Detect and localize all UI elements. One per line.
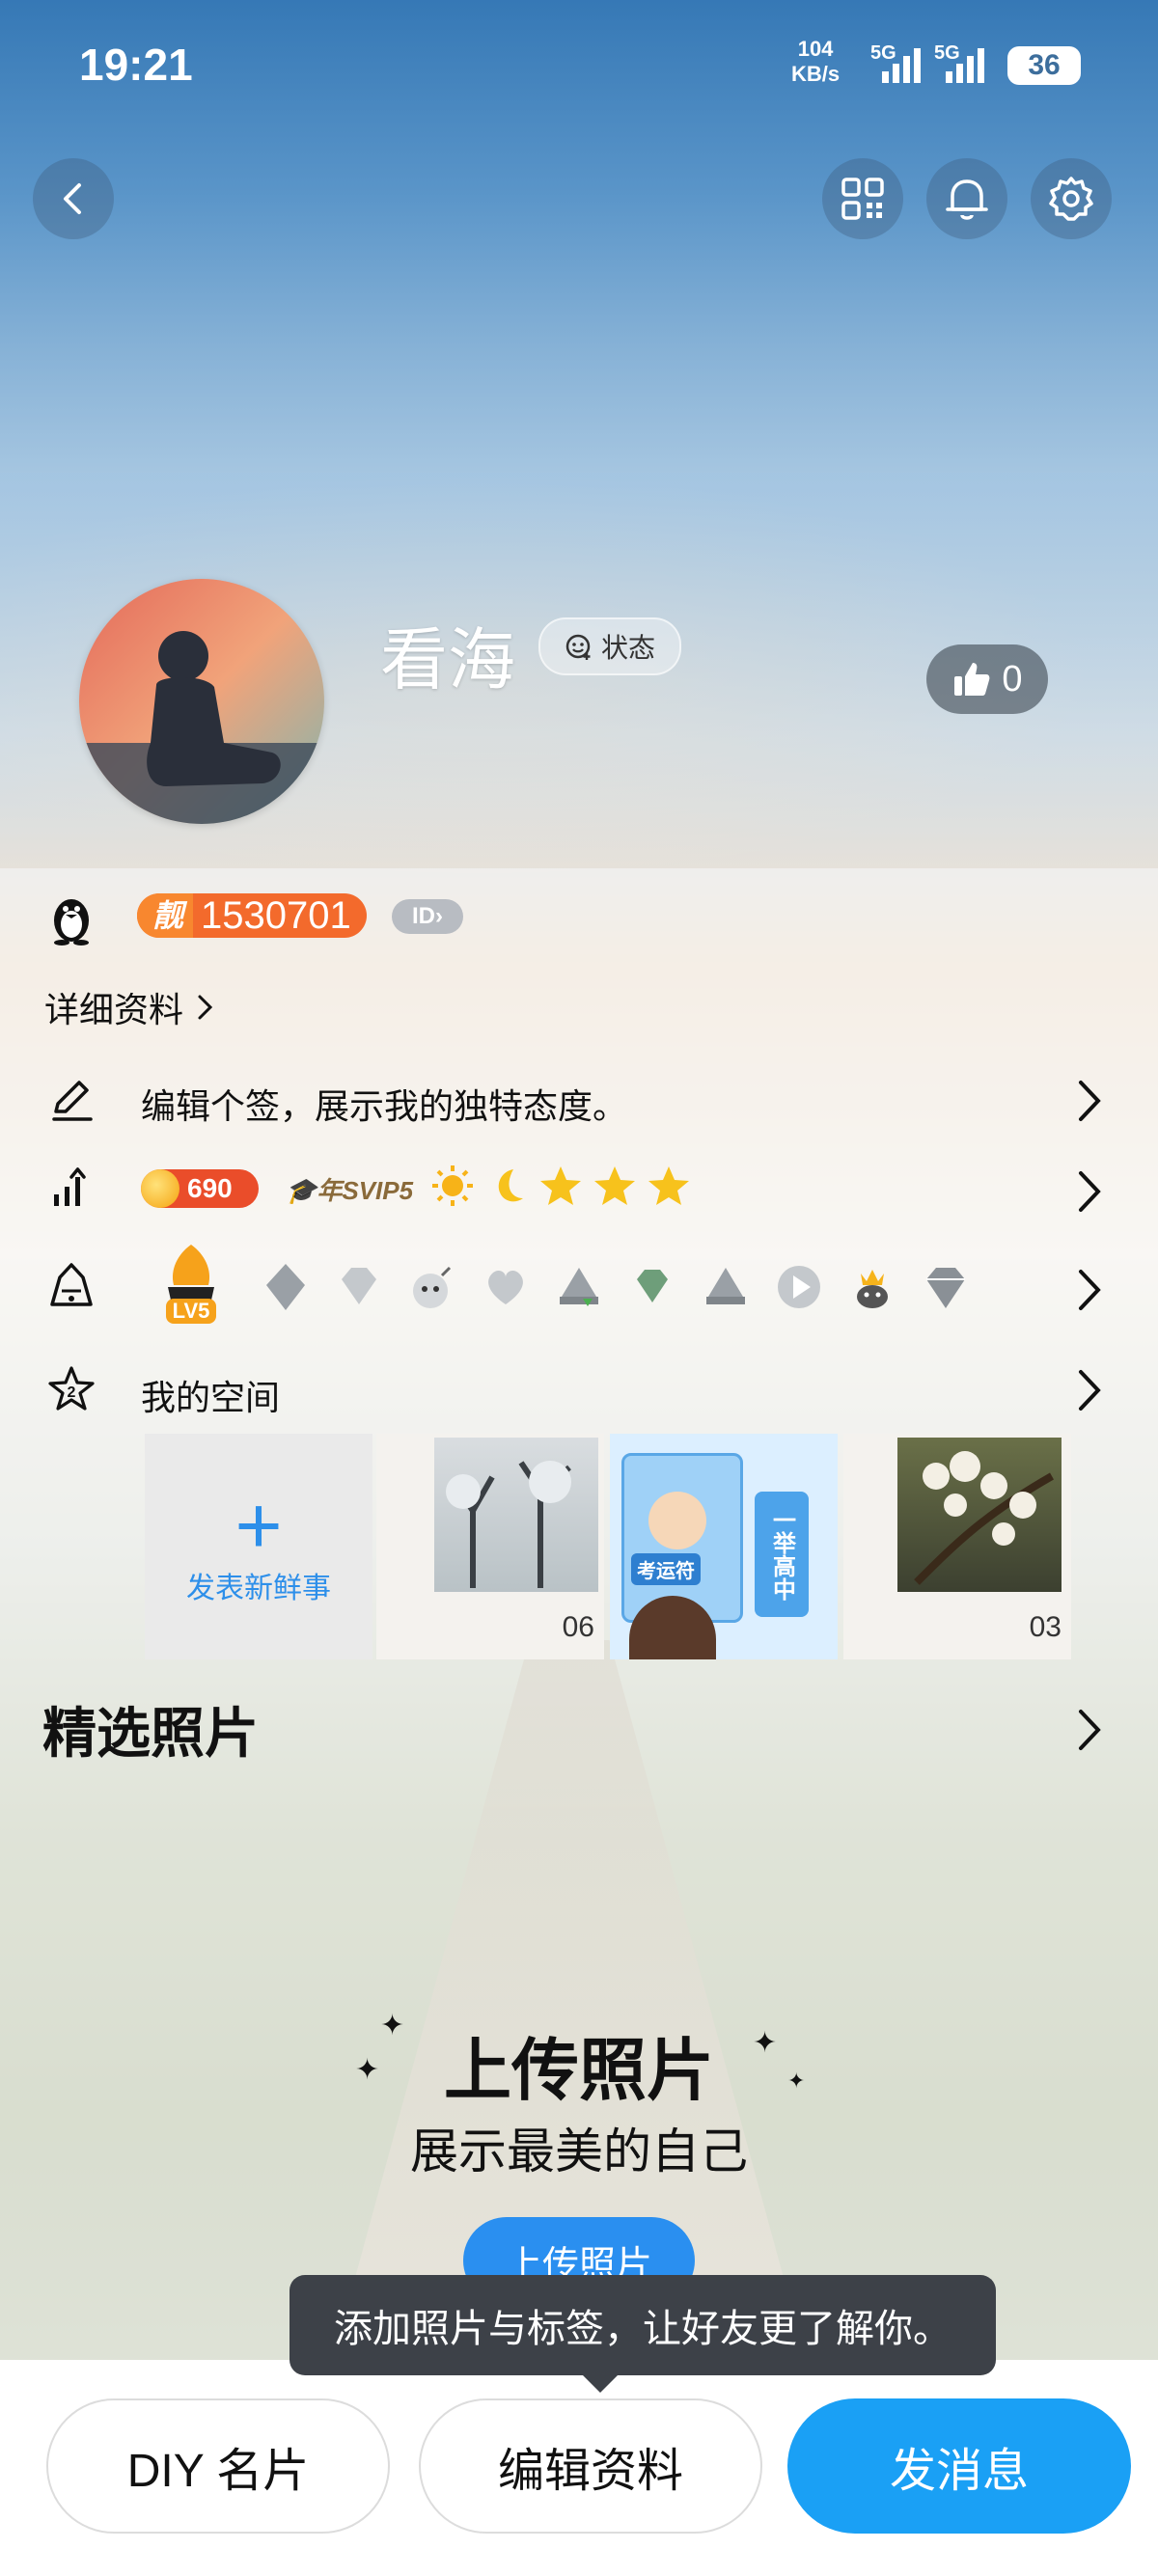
bomb-icon — [413, 1266, 452, 1308]
new-post-button[interactable]: + 发表新鲜事 — [145, 1434, 372, 1659]
status-button[interactable]: 状态 — [538, 617, 681, 675]
hat-badge-icon — [560, 1268, 598, 1306]
level-badge-icon: LV5 — [154, 1241, 228, 1328]
sun-icon — [432, 1165, 473, 1206]
status-time: 19:21 — [79, 40, 193, 90]
level-up-icon — [42, 1160, 100, 1218]
chevron-left-icon — [64, 183, 81, 214]
chevron-right-icon — [1079, 1370, 1101, 1411]
status-bar: 19:21 104 KB/s 5G 5G 36 — [0, 0, 1158, 135]
featured-photos-title: 精选照片 — [42, 1703, 259, 1764]
my-space-row[interactable]: 2 我的空间 — [0, 1351, 1158, 1428]
chevron-right-icon — [1079, 1171, 1101, 1212]
back-button[interactable] — [33, 158, 114, 239]
chevron-right-icon — [198, 995, 213, 1020]
qq-number-badge[interactable]: 靓 1530701 — [137, 893, 367, 938]
signal-icon: 5G — [868, 42, 926, 85]
heart-icon — [488, 1271, 523, 1304]
gear-icon — [1049, 177, 1093, 221]
status-label: 状态 — [600, 633, 655, 663]
play-badge-icon — [778, 1266, 820, 1308]
notification-button[interactable] — [926, 158, 1007, 239]
chevron-right-icon — [1079, 1081, 1101, 1121]
hat-badge-icon — [706, 1268, 745, 1304]
upload-photos-subtitle: 展示最美的自己 — [410, 2124, 748, 2179]
new-post-label: 发表新鲜事 — [186, 1573, 331, 1604]
settings-button[interactable] — [1031, 158, 1112, 239]
qr-code-icon — [841, 178, 884, 220]
qq-number: 1530701 — [201, 894, 351, 937]
green-diamond-icon — [637, 1270, 668, 1302]
qq-penguin-icon — [42, 890, 100, 947]
space-thumbnail[interactable]: 06 — [376, 1434, 604, 1659]
svip-badge: 🎓年SVIP5 — [286, 1176, 414, 1205]
signature-row[interactable]: 编辑个签，展示我的独特态度。 — [0, 1061, 1158, 1138]
plus-icon: + — [234, 1480, 283, 1571]
my-space-label: 我的空间 — [141, 1378, 281, 1417]
star-icon — [648, 1166, 689, 1205]
status-smile-icon — [565, 634, 591, 660]
coin-icon — [141, 1169, 179, 1208]
badge-list — [259, 1260, 973, 1314]
avatar[interactable] — [79, 579, 324, 824]
gray-gem-icon — [926, 1268, 965, 1308]
coin-badge: 690 — [141, 1169, 259, 1208]
star-icon — [540, 1166, 581, 1205]
thumbs-up-icon — [954, 663, 990, 696]
battery-icon: 36 — [1007, 46, 1081, 85]
svg-text:2: 2 — [68, 1384, 76, 1401]
crown-penguin-icon — [857, 1270, 888, 1308]
star-icon — [594, 1166, 635, 1205]
pencil-icon — [42, 1071, 100, 1129]
moon-icon — [498, 1169, 523, 1202]
profile-name: 看海 — [380, 622, 515, 698]
id-button[interactable]: ID › — [392, 899, 463, 934]
chevron-right-icon[interactable] — [1069, 1706, 1108, 1754]
diamond-icon — [342, 1268, 376, 1304]
diy-card-button[interactable]: DIY 名片 — [46, 2398, 390, 2534]
qr-code-button[interactable] — [822, 158, 903, 239]
space-star-icon: 2 — [42, 1360, 100, 1418]
network-speed: 104 KB/s — [791, 37, 841, 86]
signature-text: 编辑个签，展示我的独特态度。 — [141, 1086, 628, 1126]
svip-hat-icon: 🎓 — [286, 1176, 317, 1205]
edit-profile-button[interactable]: 编辑资料 — [419, 2398, 762, 2534]
space-thumbnail[interactable]: 考运符 一举高中 — [610, 1434, 838, 1659]
vip-number-label: 靓 — [137, 893, 194, 938]
badge-icon — [42, 1258, 100, 1316]
space-thumbnail[interactable]: 03 — [843, 1434, 1071, 1659]
upload-photos-title: 上传照片 — [444, 2033, 714, 2108]
bell-icon — [946, 179, 988, 220]
details-link[interactable]: 详细资料 — [44, 982, 214, 1032]
chevron-right-icon: › — [435, 903, 443, 929]
chevron-right-icon — [1079, 1270, 1101, 1310]
tooltip: 添加照片与标签，让好友更了解你。 — [290, 2275, 996, 2393]
like-button[interactable]: 0 — [926, 644, 1048, 714]
level-icons — [430, 1164, 691, 1208]
signal-icon: 5G — [932, 42, 990, 85]
send-message-button[interactable]: 发消息 — [787, 2398, 1131, 2534]
gray-badge-icon — [266, 1264, 305, 1310]
like-count: 0 — [1002, 658, 1023, 699]
